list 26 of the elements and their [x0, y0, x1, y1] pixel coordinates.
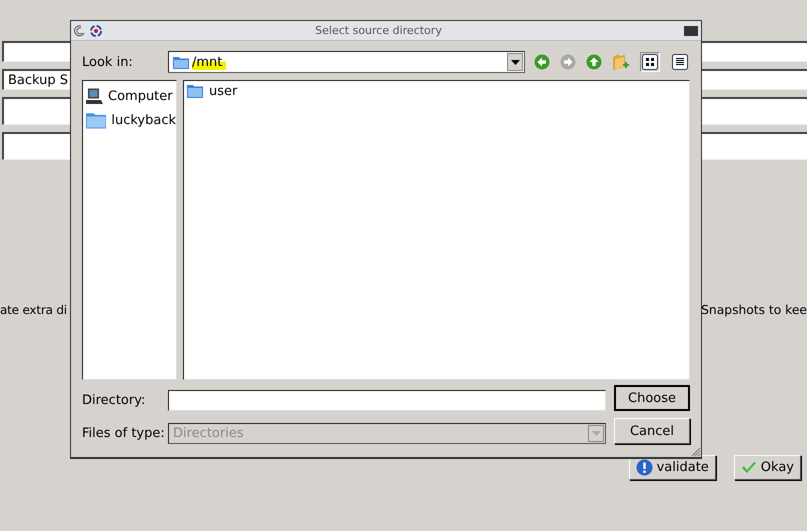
info-icon — [636, 459, 653, 476]
folder-item[interactable]: user — [187, 82, 238, 100]
choose-button[interactable]: Choose — [614, 385, 690, 411]
sidebar-item[interactable]: luckyback — [83, 108, 176, 132]
sidebar-item[interactable]: Computer — [83, 84, 176, 108]
refresh-icon — [89, 24, 103, 38]
field-label: Snapshots to kee — [701, 303, 807, 317]
directory-field[interactable] — [168, 390, 606, 410]
file-type-label: Files of type: — [82, 426, 166, 440]
directory-label: Directory: — [82, 392, 146, 408]
list-view-button[interactable] — [670, 52, 690, 72]
folder-icon — [86, 110, 106, 130]
icon-view-button[interactable] — [640, 52, 660, 72]
look-in-label: Look in: — [82, 54, 134, 70]
computer-icon — [86, 88, 103, 104]
swirl-icon — [74, 24, 86, 37]
okay-button[interactable]: Okay — [734, 455, 801, 480]
check-icon — [740, 460, 757, 474]
close-button[interactable] — [684, 26, 698, 36]
window-title: Select source directory — [314, 24, 443, 37]
new-folder-icon[interactable] — [612, 53, 630, 71]
resize-grip-icon[interactable] — [689, 445, 701, 457]
field-label: ate extra di — [0, 303, 67, 317]
folder-icon — [173, 55, 189, 69]
cancel-button[interactable]: Cancel — [614, 418, 690, 444]
folder-icon — [187, 84, 203, 98]
